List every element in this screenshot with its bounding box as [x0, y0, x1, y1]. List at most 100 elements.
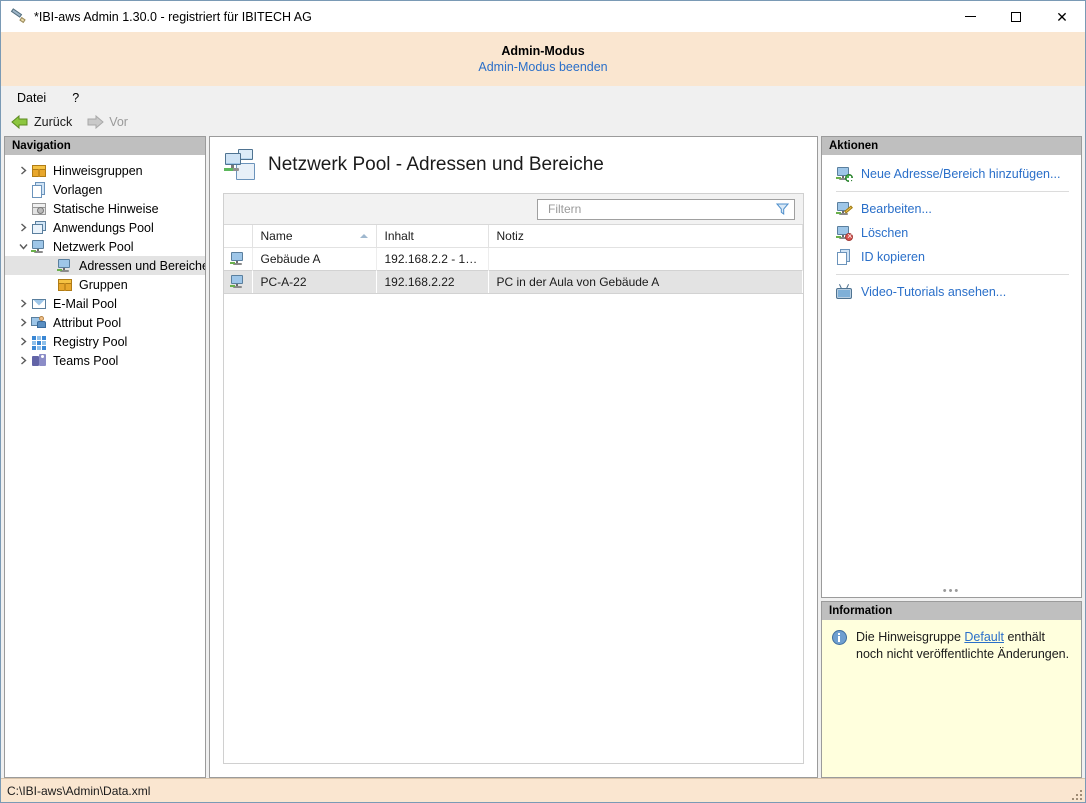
- right-column: Aktionen Neue Adresse/Bereich hinzufügen…: [821, 136, 1082, 778]
- minimize-button[interactable]: [947, 1, 993, 32]
- network-pool-icon: [224, 149, 256, 181]
- chevron-right-icon[interactable]: [15, 356, 31, 365]
- admin-mode-banner: Admin-Modus Admin-Modus beenden: [1, 32, 1085, 86]
- page-title: Netzwerk Pool - Adressen und Bereiche: [268, 154, 604, 176]
- sidebar-item-teams-pool[interactable]: Teams Pool: [5, 351, 205, 370]
- column-header-inhalt[interactable]: Inhalt: [376, 225, 488, 247]
- action-separator: [836, 274, 1069, 275]
- grid-body: Gebäude A192.168.2.2 - 192.1...PC-A-2219…: [224, 247, 803, 293]
- grid-header-row: Name Inhalt Notiz: [224, 225, 803, 247]
- action-label: Löschen: [861, 226, 908, 240]
- title-bar: *IBI-aws Admin 1.30.0 - registriert für …: [1, 1, 1085, 32]
- column-header-notiz[interactable]: Notiz: [488, 225, 803, 247]
- monitor-icon: [230, 274, 246, 290]
- information-text-before: Die Hinweisgruppe: [856, 630, 964, 644]
- sidebar-item-statische-hinweise[interactable]: Statische Hinweise: [5, 199, 205, 218]
- cell-inhalt: 192.168.2.22: [376, 270, 488, 293]
- sidebar-item-vorlagen[interactable]: Vorlagen: [5, 180, 205, 199]
- info-icon: [832, 630, 848, 646]
- sidebar-item-gruppen[interactable]: Gruppen: [5, 275, 205, 294]
- sidebar-item-label: E-Mail Pool: [53, 297, 117, 311]
- monitor-icon: [57, 258, 73, 274]
- teams-icon: [31, 353, 47, 369]
- panel-resize-grip[interactable]: •••: [822, 588, 1081, 594]
- box-gear-icon: [31, 201, 47, 217]
- cell-notiz: [488, 247, 803, 270]
- envelope-icon: [31, 296, 47, 312]
- chevron-right-icon[interactable]: [15, 166, 31, 175]
- forward-button[interactable]: Vor: [86, 115, 128, 129]
- funnel-icon[interactable]: [776, 203, 789, 215]
- information-link[interactable]: Default: [964, 630, 1004, 644]
- column-header-icon: [224, 225, 252, 247]
- action-label: Bearbeiten...: [861, 202, 932, 216]
- navigation-header: Navigation: [5, 137, 205, 155]
- information-body: Die Hinweisgruppe Default enthält noch n…: [822, 620, 1081, 663]
- filter-bar: [224, 194, 803, 225]
- menu-bar: Datei ?: [1, 86, 1085, 110]
- forward-button-label: Vor: [109, 115, 128, 129]
- sidebar-item-anwendungs-pool[interactable]: Anwendungs Pool: [5, 218, 205, 237]
- action-edit[interactable]: Bearbeiten...: [822, 197, 1081, 221]
- column-header-name-label: Name: [261, 229, 293, 243]
- information-text: Die Hinweisgruppe Default enthält noch n…: [856, 629, 1071, 663]
- page-header: Netzwerk Pool - Adressen und Bereiche: [210, 137, 817, 193]
- chevron-right-icon[interactable]: [15, 299, 31, 308]
- main-content: Netzwerk Pool - Adressen und Bereiche: [209, 136, 818, 778]
- navigation-tree: HinweisgruppenVorlagenStatische Hinweise…: [5, 155, 205, 370]
- sidebar-item-hinweisgruppen[interactable]: Hinweisgruppen: [5, 161, 205, 180]
- action-delete[interactable]: Löschen: [822, 221, 1081, 245]
- information-panel: Information Die Hinweisgruppe Default en…: [821, 601, 1082, 778]
- data-grid-container: Name Inhalt Notiz Gebäude A192.168.2.2 -…: [223, 193, 804, 764]
- admin-mode-exit-link[interactable]: Admin-Modus beenden: [478, 60, 607, 74]
- table-row[interactable]: PC-A-22192.168.2.22PC in der Aula von Ge…: [224, 270, 803, 293]
- action-add[interactable]: Neue Adresse/Bereich hinzufügen...: [822, 162, 1081, 186]
- chevron-right-icon[interactable]: [15, 318, 31, 327]
- monitor-icon: [31, 239, 47, 255]
- row-icon-cell: [224, 270, 252, 293]
- actions-panel: Aktionen Neue Adresse/Bereich hinzufügen…: [821, 136, 1082, 598]
- filter-box[interactable]: [537, 199, 795, 220]
- sidebar-item-label: Registry Pool: [53, 335, 127, 349]
- copy-icon: [836, 249, 852, 265]
- actions-list: Neue Adresse/Bereich hinzufügen... Bearbe…: [822, 155, 1081, 304]
- menu-help[interactable]: ?: [68, 89, 83, 107]
- sidebar-item-label: Teams Pool: [53, 354, 118, 368]
- cell-inhalt: 192.168.2.2 - 192.1...: [376, 247, 488, 270]
- forward-arrow-icon: [86, 115, 104, 129]
- action-separator: [836, 191, 1069, 192]
- action-video-tutorials[interactable]: Video-Tutorials ansehen...: [822, 280, 1081, 304]
- sidebar-item-e-mail-pool[interactable]: E-Mail Pool: [5, 294, 205, 313]
- sidebar-item-adressen-und-bereiche[interactable]: Adressen und Bereiche: [5, 256, 205, 275]
- table-row[interactable]: Gebäude A192.168.2.2 - 192.1...: [224, 247, 803, 270]
- chevron-right-icon[interactable]: [15, 337, 31, 346]
- actions-header: Aktionen: [822, 137, 1081, 155]
- back-button[interactable]: Zurück: [11, 115, 72, 129]
- information-header: Information: [822, 602, 1081, 620]
- status-bar: C:\IBI-aws\Admin\Data.xml: [1, 778, 1085, 802]
- cell-name: Gebäude A: [252, 247, 376, 270]
- chevron-right-icon[interactable]: [15, 223, 31, 232]
- monitor-delete-icon: [836, 225, 852, 241]
- status-bar-path: C:\IBI-aws\Admin\Data.xml: [7, 784, 150, 798]
- sidebar-item-attribut-pool[interactable]: Attribut Pool: [5, 313, 205, 332]
- monitor-edit-icon: [836, 201, 852, 217]
- column-header-name[interactable]: Name: [252, 225, 376, 247]
- sidebar-item-label: Attribut Pool: [53, 316, 121, 330]
- box-icon: [31, 163, 47, 179]
- sort-ascending-icon: [360, 234, 368, 238]
- action-copy-id[interactable]: ID kopieren: [822, 245, 1081, 269]
- filter-input[interactable]: [546, 201, 776, 217]
- action-label: ID kopieren: [861, 250, 925, 264]
- data-grid: Name Inhalt Notiz Gebäude A192.168.2.2 -…: [224, 225, 803, 294]
- sidebar-item-netzwerk-pool[interactable]: Netzwerk Pool: [5, 237, 205, 256]
- copy-icon: [31, 182, 47, 198]
- chevron-down-icon[interactable]: [15, 242, 31, 251]
- monitor-add-icon: [836, 166, 852, 182]
- menu-datei[interactable]: Datei: [13, 89, 50, 107]
- window-resize-grip[interactable]: [1070, 788, 1082, 800]
- close-button[interactable]: ✕: [1039, 1, 1085, 32]
- sidebar-item-registry-pool[interactable]: Registry Pool: [5, 332, 205, 351]
- maximize-button[interactable]: [993, 1, 1039, 32]
- sidebar-item-label: Anwendungs Pool: [53, 221, 154, 235]
